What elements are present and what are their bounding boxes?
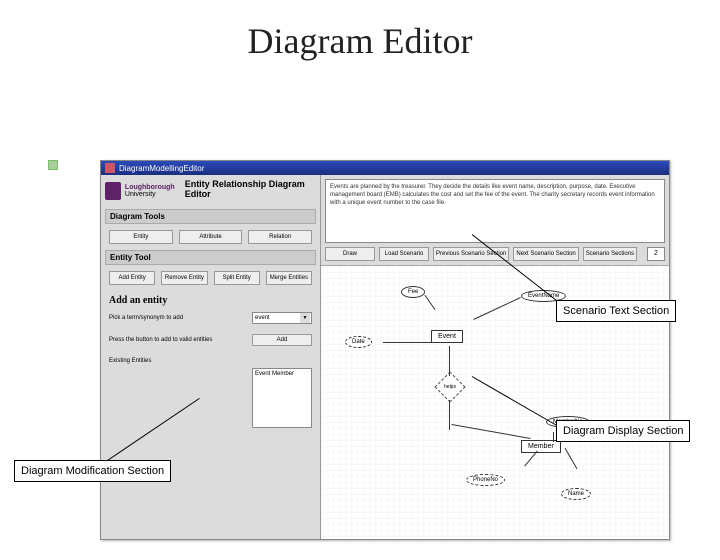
attribute-tool-button[interactable]: Attribute: [179, 230, 243, 244]
add-entity-head: Add an entity: [105, 291, 316, 310]
pick-synonym-label: Pick a term/synonym to add: [109, 315, 248, 321]
add-hint-label: Press the button to add to valid entitie…: [109, 337, 248, 343]
existing-entities-list[interactable]: Event Member: [252, 368, 312, 428]
bullet-icon: [48, 160, 58, 170]
callout-diagram-display: Diagram Display Section: [556, 420, 690, 442]
attr-fee[interactable]: Fee: [401, 286, 425, 298]
relation-tool-button[interactable]: Relation: [248, 230, 312, 244]
logo-icon: [105, 182, 121, 200]
remove-entity-button[interactable]: Remove Entity: [161, 271, 207, 285]
rel-helps[interactable]: helps: [434, 371, 465, 402]
existing-label: Existing Entities: [105, 356, 316, 366]
callout-modification: Diagram Modification Section: [14, 460, 171, 482]
scenario-text: Events are planned by the treasurer. The…: [325, 179, 665, 243]
attr-phoneno[interactable]: PhoneNo: [466, 474, 505, 486]
add-entity-button[interactable]: Add Entity: [109, 271, 155, 285]
app-window: DiagramModellingEditor Loughborough Univ…: [100, 160, 670, 540]
slide-title: Diagram Editor: [0, 20, 720, 62]
entity-tool-button[interactable]: Entity: [109, 230, 173, 244]
next-section-button[interactable]: Next Scenario Section: [513, 247, 578, 261]
callout-scenario-text: Scenario Text Section: [556, 300, 676, 322]
split-entity-button[interactable]: Split Entity: [214, 271, 260, 285]
load-scenario-button[interactable]: Load Scenario: [379, 247, 429, 261]
add-button[interactable]: Add: [252, 334, 312, 346]
merge-entities-button[interactable]: Merge Entities: [266, 271, 312, 285]
app-icon: [105, 163, 115, 173]
logo-text: Loughborough University: [125, 184, 175, 198]
right-pane: Events are planned by the treasurer. The…: [321, 175, 669, 539]
titlebar-text: DiagramModellingEditor: [119, 164, 204, 173]
entity-tool-head: Entity Tool: [105, 250, 316, 265]
attr-date[interactable]: Date: [345, 336, 372, 348]
logo-row: Loughborough University Entity Relations…: [105, 179, 316, 203]
draw-button[interactable]: Draw: [325, 247, 375, 261]
entity-event[interactable]: Event: [431, 330, 463, 343]
tools-head: Diagram Tools: [105, 209, 316, 224]
attr-name[interactable]: Name: [561, 488, 591, 500]
left-pane: Loughborough University Entity Relations…: [101, 175, 321, 539]
titlebar: DiagramModellingEditor: [101, 161, 669, 175]
synonym-select[interactable]: event: [252, 312, 312, 324]
section-number-spinner[interactable]: 2: [647, 247, 665, 261]
app-title: Entity Relationship Diagram Editor: [185, 179, 316, 199]
entity-member[interactable]: Member: [521, 440, 561, 453]
scenario-sections-button[interactable]: Scenario Sections: [583, 247, 637, 261]
